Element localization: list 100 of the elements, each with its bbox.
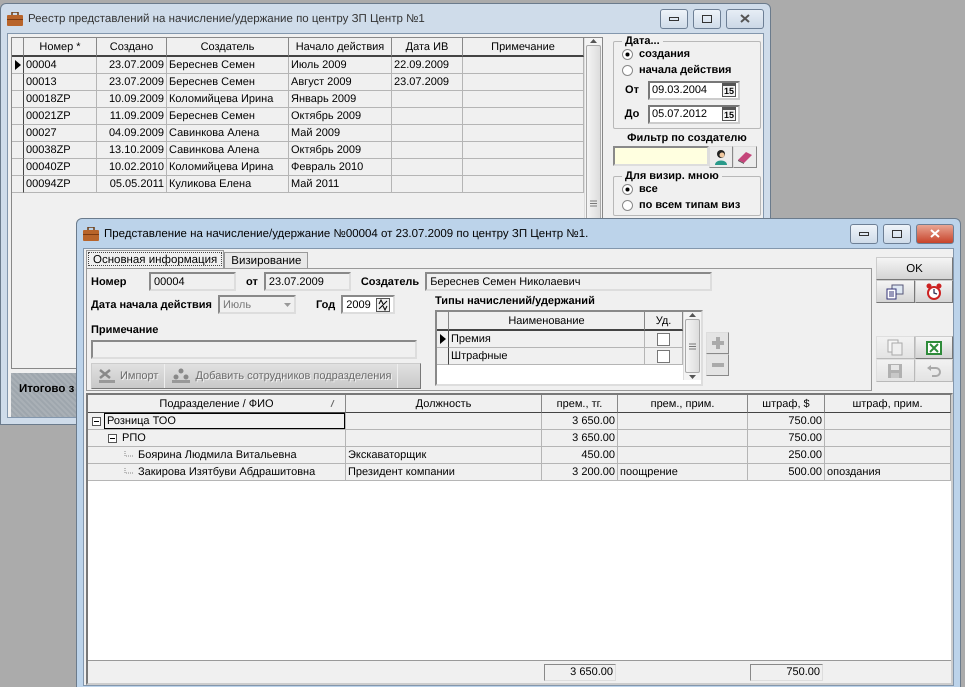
- column-header[interactable]: Начало действия: [289, 38, 392, 57]
- total-value: 750.00: [750, 664, 823, 680]
- calendar-button[interactable]: 15: [722, 107, 736, 121]
- field-label: Создатель: [360, 276, 420, 288]
- tab[interactable]: Основная информация: [86, 250, 224, 268]
- maximize-button[interactable]: [883, 224, 911, 244]
- date-field[interactable]: 05.07.2012 15: [648, 104, 740, 124]
- spreadsheet-icon: [924, 340, 943, 356]
- radio-button[interactable]: [622, 200, 633, 210]
- table-cell: Коломийцева Ирина: [167, 91, 289, 108]
- table-cell: Куликова Елена: [167, 176, 289, 193]
- eraser-button[interactable]: [733, 146, 757, 168]
- radio-button[interactable]: [622, 64, 633, 76]
- calendar-button[interactable]: 15: [722, 83, 736, 97]
- table-cell: 23.07.2009: [97, 57, 167, 74]
- grip-icon: [689, 342, 696, 350]
- collapse-icon[interactable]: [108, 434, 116, 442]
- table-cell: [392, 159, 463, 176]
- column-header[interactable]: Примечание: [463, 38, 584, 57]
- row-header[interactable]: [12, 159, 24, 176]
- alarm-clock-icon: [924, 283, 943, 300]
- row-header[interactable]: [12, 74, 24, 91]
- field-label: Год: [316, 298, 336, 310]
- remove-button[interactable]: [706, 354, 729, 376]
- row-pointer-icon: [14, 60, 20, 70]
- table-cell: 3 200.00: [542, 464, 618, 481]
- row-header[interactable]: [12, 57, 24, 74]
- number-field[interactable]: 00004: [149, 272, 236, 291]
- column-header[interactable]: Создано: [97, 38, 167, 57]
- table-cell: Экскаваторщик: [346, 447, 542, 464]
- person-search-button[interactable]: [709, 146, 733, 168]
- field-label: Номер: [91, 276, 128, 288]
- table-cell: 05.05.2011: [97, 176, 167, 193]
- close-button[interactable]: [916, 224, 954, 244]
- date-label: От: [624, 84, 640, 96]
- grip-icon: [590, 200, 597, 206]
- section-title: Типы начислений/удержаний: [435, 295, 596, 307]
- scrollbar[interactable]: [683, 312, 701, 380]
- tree-node[interactable]: Розница ТОО: [104, 413, 345, 429]
- table-cell: 00018ZP: [24, 91, 97, 108]
- table-cell: 00038ZP: [24, 142, 97, 159]
- column-header[interactable]: прем., прим.: [618, 395, 748, 413]
- maximize-button[interactable]: [693, 8, 721, 28]
- tree-node[interactable]: РПО: [120, 430, 345, 446]
- table-cell: Президент компании: [346, 464, 542, 481]
- close-button[interactable]: [726, 8, 764, 28]
- sort-icon: [330, 400, 335, 407]
- tab[interactable]: Визирование: [224, 252, 308, 268]
- row-header[interactable]: [12, 108, 24, 125]
- year-field[interactable]: 2009: [341, 295, 396, 314]
- spinner-icon[interactable]: [376, 298, 390, 312]
- table-cell: 10.02.2010: [97, 159, 167, 176]
- row-header[interactable]: [12, 142, 24, 159]
- tree-node[interactable]: Боярина Людмила Витальевна: [136, 447, 345, 463]
- add-button[interactable]: [706, 332, 729, 354]
- column-header[interactable]: Номер *: [24, 38, 97, 57]
- row-header[interactable]: [12, 176, 24, 193]
- radio-button[interactable]: [622, 48, 633, 60]
- column-header[interactable]: штраф, прим.: [825, 395, 951, 413]
- table-cell: Октябрь 2009: [289, 108, 392, 125]
- table-cell: 00013: [24, 74, 97, 91]
- column-header[interactable]: Подразделение / ФИО: [88, 395, 346, 413]
- column-header[interactable]: Должность: [346, 395, 542, 413]
- radio-button[interactable]: [622, 184, 633, 194]
- table-cell: Береснев Семен: [167, 108, 289, 125]
- maximize-icon: [892, 230, 902, 238]
- column-header[interactable]: прем., тг.: [542, 395, 618, 413]
- minimize-button[interactable]: [850, 224, 878, 244]
- column-header[interactable]: штраф, $: [748, 395, 825, 413]
- note-field[interactable]: [91, 340, 417, 359]
- close-icon: [930, 229, 940, 238]
- table-cell: 00094ZP: [24, 176, 97, 193]
- ok-button[interactable]: OK: [876, 257, 953, 280]
- scroll-thumb[interactable]: [685, 319, 700, 373]
- group-title: Для визир. мною: [624, 170, 720, 182]
- row-header[interactable]: [437, 348, 449, 365]
- minimize-button[interactable]: [660, 8, 688, 28]
- date-field[interactable]: 23.07.2009: [264, 272, 351, 291]
- row-header[interactable]: [12, 125, 24, 142]
- minimize-icon: [669, 16, 679, 20]
- creator-field[interactable]: Береснев Семен Николаевич: [425, 272, 712, 291]
- table-cell: поощрение: [618, 464, 748, 481]
- column-header[interactable]: Наименование: [449, 312, 645, 331]
- table-cell: 10.09.2009: [97, 91, 167, 108]
- date-field[interactable]: 09.03.2004 15: [648, 80, 740, 100]
- toolbar-button[interactable]: [914, 280, 953, 303]
- column-header[interactable]: Уд.: [645, 312, 683, 331]
- column-header[interactable]: Дата ИВ: [392, 38, 463, 57]
- radio-label: все: [639, 183, 658, 195]
- checkbox[interactable]: [657, 350, 670, 362]
- row-header[interactable]: [12, 91, 24, 108]
- column-header[interactable]: Создатель: [167, 38, 289, 57]
- toolbar-button[interactable]: [876, 280, 914, 303]
- checkbox[interactable]: [657, 332, 670, 346]
- table-cell: [392, 108, 463, 125]
- tree-node[interactable]: Закирова Изятбуви Абдрашитовна: [136, 464, 345, 480]
- collapse-icon[interactable]: [92, 416, 100, 426]
- row-header[interactable]: [437, 331, 449, 348]
- creator-filter-field[interactable]: [613, 146, 709, 166]
- table-cell: Январь 2009: [289, 91, 392, 108]
